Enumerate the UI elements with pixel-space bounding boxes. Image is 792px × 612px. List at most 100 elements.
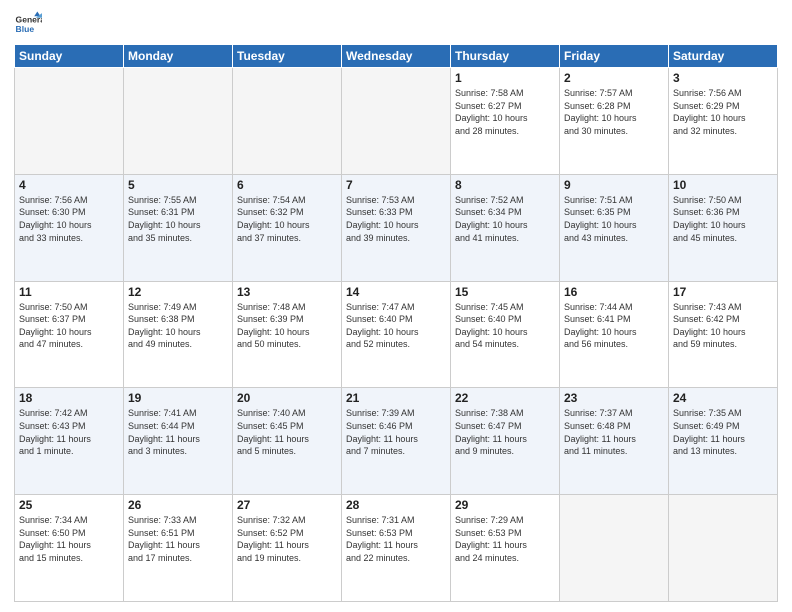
day-info: Sunrise: 7:39 AM Sunset: 6:46 PM Dayligh… — [346, 407, 446, 457]
calendar-cell: 8 Sunrise: 7:52 AM Sunset: 6:34 PM Daylig… — [451, 174, 560, 281]
day-header-tuesday: Tuesday — [233, 45, 342, 68]
day-number: 11 — [19, 285, 119, 299]
day-info: Sunrise: 7:56 AM Sunset: 6:30 PM Dayligh… — [19, 194, 119, 244]
day-info: Sunrise: 7:52 AM Sunset: 6:34 PM Dayligh… — [455, 194, 555, 244]
calendar-cell: 11 Sunrise: 7:50 AM Sunset: 6:37 PM Dayli… — [15, 281, 124, 388]
calendar-cell: 2 Sunrise: 7:57 AM Sunset: 6:28 PM Daylig… — [560, 68, 669, 175]
day-number: 27 — [237, 498, 337, 512]
calendar-cell — [560, 495, 669, 602]
calendar-cell: 15 Sunrise: 7:45 AM Sunset: 6:40 PM Dayli… — [451, 281, 560, 388]
calendar-cell — [124, 68, 233, 175]
page: General Blue SundayMondayTuesdayWednesda… — [0, 0, 792, 612]
calendar-header-row: SundayMondayTuesdayWednesdayThursdayFrid… — [15, 45, 778, 68]
calendar-cell: 13 Sunrise: 7:48 AM Sunset: 6:39 PM Dayli… — [233, 281, 342, 388]
header: General Blue — [14, 10, 778, 38]
day-number: 17 — [673, 285, 773, 299]
day-number: 20 — [237, 391, 337, 405]
day-number: 15 — [455, 285, 555, 299]
calendar-cell: 4 Sunrise: 7:56 AM Sunset: 6:30 PM Daylig… — [15, 174, 124, 281]
calendar-cell: 10 Sunrise: 7:50 AM Sunset: 6:36 PM Dayli… — [669, 174, 778, 281]
day-info: Sunrise: 7:35 AM Sunset: 6:49 PM Dayligh… — [673, 407, 773, 457]
day-info: Sunrise: 7:33 AM Sunset: 6:51 PM Dayligh… — [128, 514, 228, 564]
calendar-week-row: 1 Sunrise: 7:58 AM Sunset: 6:27 PM Daylig… — [15, 68, 778, 175]
calendar-cell — [669, 495, 778, 602]
calendar-cell: 17 Sunrise: 7:43 AM Sunset: 6:42 PM Dayli… — [669, 281, 778, 388]
day-info: Sunrise: 7:34 AM Sunset: 6:50 PM Dayligh… — [19, 514, 119, 564]
day-header-saturday: Saturday — [669, 45, 778, 68]
calendar-week-row: 25 Sunrise: 7:34 AM Sunset: 6:50 PM Dayli… — [15, 495, 778, 602]
day-info: Sunrise: 7:44 AM Sunset: 6:41 PM Dayligh… — [564, 301, 664, 351]
calendar-cell: 16 Sunrise: 7:44 AM Sunset: 6:41 PM Dayli… — [560, 281, 669, 388]
day-number: 28 — [346, 498, 446, 512]
day-info: Sunrise: 7:37 AM Sunset: 6:48 PM Dayligh… — [564, 407, 664, 457]
calendar-cell: 1 Sunrise: 7:58 AM Sunset: 6:27 PM Daylig… — [451, 68, 560, 175]
day-number: 4 — [19, 178, 119, 192]
calendar-cell — [233, 68, 342, 175]
day-number: 16 — [564, 285, 664, 299]
day-info: Sunrise: 7:47 AM Sunset: 6:40 PM Dayligh… — [346, 301, 446, 351]
day-number: 9 — [564, 178, 664, 192]
calendar-week-row: 11 Sunrise: 7:50 AM Sunset: 6:37 PM Dayli… — [15, 281, 778, 388]
calendar-cell: 9 Sunrise: 7:51 AM Sunset: 6:35 PM Daylig… — [560, 174, 669, 281]
calendar-cell: 26 Sunrise: 7:33 AM Sunset: 6:51 PM Dayli… — [124, 495, 233, 602]
day-number: 23 — [564, 391, 664, 405]
day-number: 24 — [673, 391, 773, 405]
calendar-cell: 5 Sunrise: 7:55 AM Sunset: 6:31 PM Daylig… — [124, 174, 233, 281]
calendar-cell: 7Sunrise: 7:53 AM Sunset: 6:33 PM Daylig… — [342, 174, 451, 281]
day-info: Sunrise: 7:58 AM Sunset: 6:27 PM Dayligh… — [455, 87, 555, 137]
day-info: Sunrise: 7:57 AM Sunset: 6:28 PM Dayligh… — [564, 87, 664, 137]
day-info: Sunrise: 7:48 AM Sunset: 6:39 PM Dayligh… — [237, 301, 337, 351]
calendar-cell — [15, 68, 124, 175]
day-header-monday: Monday — [124, 45, 233, 68]
day-info: Sunrise: 7:51 AM Sunset: 6:35 PM Dayligh… — [564, 194, 664, 244]
day-number: 22 — [455, 391, 555, 405]
day-info: Sunrise: 7:43 AM Sunset: 6:42 PM Dayligh… — [673, 301, 773, 351]
day-header-wednesday: Wednesday — [342, 45, 451, 68]
day-info: Sunrise: 7:29 AM Sunset: 6:53 PM Dayligh… — [455, 514, 555, 564]
day-number: 3 — [673, 71, 773, 85]
day-number: 5 — [128, 178, 228, 192]
calendar-cell: 18Sunrise: 7:42 AM Sunset: 6:43 PM Dayli… — [15, 388, 124, 495]
calendar-cell: 25 Sunrise: 7:34 AM Sunset: 6:50 PM Dayli… — [15, 495, 124, 602]
day-info: Sunrise: 7:50 AM Sunset: 6:37 PM Dayligh… — [19, 301, 119, 351]
calendar: SundayMondayTuesdayWednesdayThursdayFrid… — [14, 44, 778, 602]
day-info: Sunrise: 7:42 AM Sunset: 6:43 PM Dayligh… — [19, 407, 119, 457]
day-info: Sunrise: 7:54 AM Sunset: 6:32 PM Dayligh… — [237, 194, 337, 244]
day-number: 26 — [128, 498, 228, 512]
day-number: 8 — [455, 178, 555, 192]
calendar-cell: 27Sunrise: 7:32 AM Sunset: 6:52 PM Dayli… — [233, 495, 342, 602]
day-info: Sunrise: 7:56 AM Sunset: 6:29 PM Dayligh… — [673, 87, 773, 137]
calendar-cell — [342, 68, 451, 175]
day-number: 6 — [237, 178, 337, 192]
day-header-sunday: Sunday — [15, 45, 124, 68]
svg-text:Blue: Blue — [16, 24, 35, 34]
calendar-cell: 23 Sunrise: 7:37 AM Sunset: 6:48 PM Dayli… — [560, 388, 669, 495]
calendar-cell: 20 Sunrise: 7:40 AM Sunset: 6:45 PM Dayli… — [233, 388, 342, 495]
day-info: Sunrise: 7:55 AM Sunset: 6:31 PM Dayligh… — [128, 194, 228, 244]
day-number: 29 — [455, 498, 555, 512]
day-number: 14 — [346, 285, 446, 299]
calendar-cell: 22Sunrise: 7:38 AM Sunset: 6:47 PM Dayli… — [451, 388, 560, 495]
day-number: 12 — [128, 285, 228, 299]
day-number: 2 — [564, 71, 664, 85]
day-info: Sunrise: 7:50 AM Sunset: 6:36 PM Dayligh… — [673, 194, 773, 244]
day-header-friday: Friday — [560, 45, 669, 68]
day-number: 13 — [237, 285, 337, 299]
day-number: 21 — [346, 391, 446, 405]
day-info: Sunrise: 7:45 AM Sunset: 6:40 PM Dayligh… — [455, 301, 555, 351]
calendar-cell: 24 Sunrise: 7:35 AM Sunset: 6:49 PM Dayli… — [669, 388, 778, 495]
day-info: Sunrise: 7:41 AM Sunset: 6:44 PM Dayligh… — [128, 407, 228, 457]
calendar-cell: 19 Sunrise: 7:41 AM Sunset: 6:44 PM Dayli… — [124, 388, 233, 495]
day-header-thursday: Thursday — [451, 45, 560, 68]
day-number: 25 — [19, 498, 119, 512]
day-number: 19 — [128, 391, 228, 405]
calendar-cell: 28Sunrise: 7:31 AM Sunset: 6:53 PM Dayli… — [342, 495, 451, 602]
calendar-cell: 3 Sunrise: 7:56 AM Sunset: 6:29 PM Daylig… — [669, 68, 778, 175]
day-info: Sunrise: 7:40 AM Sunset: 6:45 PM Dayligh… — [237, 407, 337, 457]
day-number: 1 — [455, 71, 555, 85]
day-number: 10 — [673, 178, 773, 192]
calendar-week-row: 18Sunrise: 7:42 AM Sunset: 6:43 PM Dayli… — [15, 388, 778, 495]
calendar-cell: 21 Sunrise: 7:39 AM Sunset: 6:46 PM Dayli… — [342, 388, 451, 495]
logo: General Blue — [14, 10, 46, 38]
calendar-cell: 14 Sunrise: 7:47 AM Sunset: 6:40 PM Dayli… — [342, 281, 451, 388]
